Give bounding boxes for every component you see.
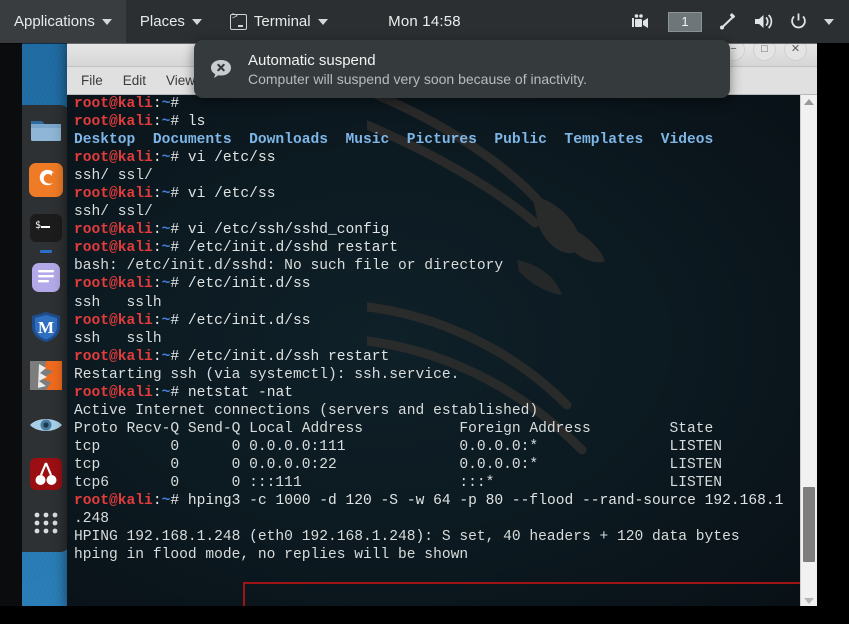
terminal-line: Proto Recv-Q Send-Q Local Address Foreig… xyxy=(74,420,714,437)
terminal-line: root@kali:~# /etc/init.d/ssh restart xyxy=(74,348,390,365)
terminal-line: root@kali:~# hping3 -c 1000 -d 120 -S -w… xyxy=(74,493,784,510)
volume-icon[interactable] xyxy=(747,0,780,43)
terminal-line: root@kali:~# /etc/init.d/sshd restart xyxy=(74,240,399,257)
chevron-down-icon xyxy=(191,18,202,25)
terminal-line: ssh sslh xyxy=(74,294,162,311)
chevron-down-icon xyxy=(804,598,814,604)
notification-title: Automatic suspend xyxy=(248,51,376,69)
terminal-line: root@kali:~# vi /etc/ss xyxy=(74,186,276,203)
terminal-line: tcp6 0 0 :::111 :::* LISTEN xyxy=(74,474,723,491)
power-icon[interactable] xyxy=(783,0,814,43)
screencast-icon-svg xyxy=(632,14,648,28)
notification-popup[interactable]: Automatic suspend Computer will suspend … xyxy=(194,40,730,98)
terminal-output: root@kali:~# root@kali:~# ls Desktop Docum… xyxy=(74,95,795,582)
menu-file[interactable]: File xyxy=(81,73,103,88)
scroll-up-button[interactable] xyxy=(801,95,817,109)
terminal-line: Desktop Documents Downloads Music Pictur… xyxy=(74,132,714,149)
terminal-line: tcp 0 0 0.0.0.0:22 0.0.0.0:* LISTEN xyxy=(74,456,723,473)
desktop-right-dark-area xyxy=(817,0,849,624)
dock-item-text-editor[interactable] xyxy=(29,261,63,295)
terminal-window-menu-label: Terminal xyxy=(253,13,311,30)
workspace-switcher[interactable]: 1 xyxy=(661,0,709,43)
volume-icon-svg xyxy=(755,14,773,29)
places-menu[interactable]: Places xyxy=(126,0,216,43)
applications-menu[interactable]: Applications xyxy=(0,0,126,43)
terminal-line: ssh/ ssl/ xyxy=(74,168,153,185)
power-icon-svg xyxy=(791,13,806,29)
terminal-line: hping in flood mode, no replies will be … xyxy=(74,547,469,564)
terminal-running-indicator xyxy=(40,250,52,253)
terminal-line: bash: /etc/init.d/sshd: No such file or … xyxy=(74,258,504,275)
places-menu-label: Places xyxy=(139,13,185,30)
message-alert-icon xyxy=(210,59,232,79)
metasploit-shield-icon: M xyxy=(32,312,60,342)
dock-item-terminal[interactable]: $ xyxy=(29,212,63,253)
dock-item-show-applications[interactable] xyxy=(29,506,63,540)
terminal-line: tcp 0 0 0.0.0.0:111 0.0.0.0:* LISTEN xyxy=(74,438,723,455)
panel-left-group: Applications Places Terminal xyxy=(0,0,342,43)
terminal-line: ssh/ ssl/ xyxy=(74,204,153,221)
svg-text:M: M xyxy=(38,318,54,337)
menu-edit[interactable]: Edit xyxy=(123,73,146,88)
network-icon[interactable] xyxy=(712,0,744,43)
dock-item-firefox[interactable] xyxy=(29,163,63,197)
favorites-dock: $ M xyxy=(22,105,70,552)
terminal-line: .248 xyxy=(74,511,110,528)
screencast-icon[interactable] xyxy=(625,0,658,43)
workspace-number: 1 xyxy=(668,11,702,32)
dock-item-cherrytree[interactable] xyxy=(29,457,63,491)
burpsuite-icon xyxy=(30,361,62,390)
scroll-down-button[interactable] xyxy=(801,594,817,606)
menu-view[interactable]: View xyxy=(166,73,195,88)
terminal-scrollbar[interactable] xyxy=(800,95,817,606)
cherrytree-icon xyxy=(30,458,62,490)
terminal-line: HPING 192.168.1.248 (eth0 192.168.1.248)… xyxy=(74,529,740,546)
terminal-line: root@kali:~# ls xyxy=(74,114,206,131)
network-icon-svg xyxy=(720,12,735,29)
folder-icon xyxy=(31,121,61,141)
chevron-down-icon xyxy=(824,18,834,25)
firefox-icon xyxy=(29,163,63,197)
terminal-line: root@kali:~# /etc/init.d/ss xyxy=(74,276,311,293)
dock-item-burpsuite[interactable] xyxy=(29,359,63,393)
system-menu-caret[interactable] xyxy=(817,0,841,43)
top-panel: Applications Places Terminal Mon 14:58 xyxy=(0,0,849,43)
chevron-up-icon xyxy=(804,99,814,105)
terminal-icon: $ xyxy=(30,214,62,242)
chevron-down-icon xyxy=(317,18,328,25)
terminal-line: ssh sslh xyxy=(74,330,162,347)
screen: Applications Places Terminal Mon 14:58 xyxy=(0,0,849,624)
message-alert-icon-svg xyxy=(211,60,231,78)
terminal-window-menu[interactable]: Terminal xyxy=(216,0,342,43)
applications-menu-label: Applications xyxy=(14,13,95,30)
terminal-icon xyxy=(229,12,247,30)
dock-item-files[interactable] xyxy=(29,114,63,148)
dock-item-wireshark[interactable] xyxy=(29,408,63,442)
terminal-line: root@kali:~# /etc/init.d/ss xyxy=(74,312,311,329)
notification-body: Computer will suspend very soon because … xyxy=(248,70,588,87)
terminal-line: root@kali:~# vi /etc/ssh/sshd_config xyxy=(74,222,390,239)
terminal-line: root@kali:~# vi /etc/ss xyxy=(74,150,276,167)
dock-item-metasploit[interactable]: M xyxy=(29,310,63,344)
svg-text:$: $ xyxy=(35,220,41,231)
terminal-line: Restarting ssh (via systemctl): ssh.serv… xyxy=(74,366,460,383)
terminal-line: root@kali:~# netstat -nat xyxy=(74,384,293,401)
notification-text: Automatic suspend Computer will suspend … xyxy=(248,52,587,87)
panel-tray: 1 xyxy=(625,0,841,43)
wireshark-eye-icon xyxy=(30,419,62,431)
desktop-left-dark-area xyxy=(0,43,22,606)
scrollbar-thumb[interactable] xyxy=(803,487,815,562)
terminal-body[interactable]: root@kali:~# root@kali:~# ls Desktop Docum… xyxy=(67,95,817,606)
terminal-line: Active Internet connections (servers and… xyxy=(74,402,539,419)
terminal-window: − □ ✕ File Edit View root@kali:~# root@k… xyxy=(67,33,817,606)
desktop-bottom-dark-area xyxy=(0,606,849,624)
grid-icon xyxy=(34,512,58,534)
clock-label: Mon 14:58 xyxy=(388,13,461,30)
document-icon xyxy=(32,263,60,292)
chevron-down-icon xyxy=(101,18,112,25)
